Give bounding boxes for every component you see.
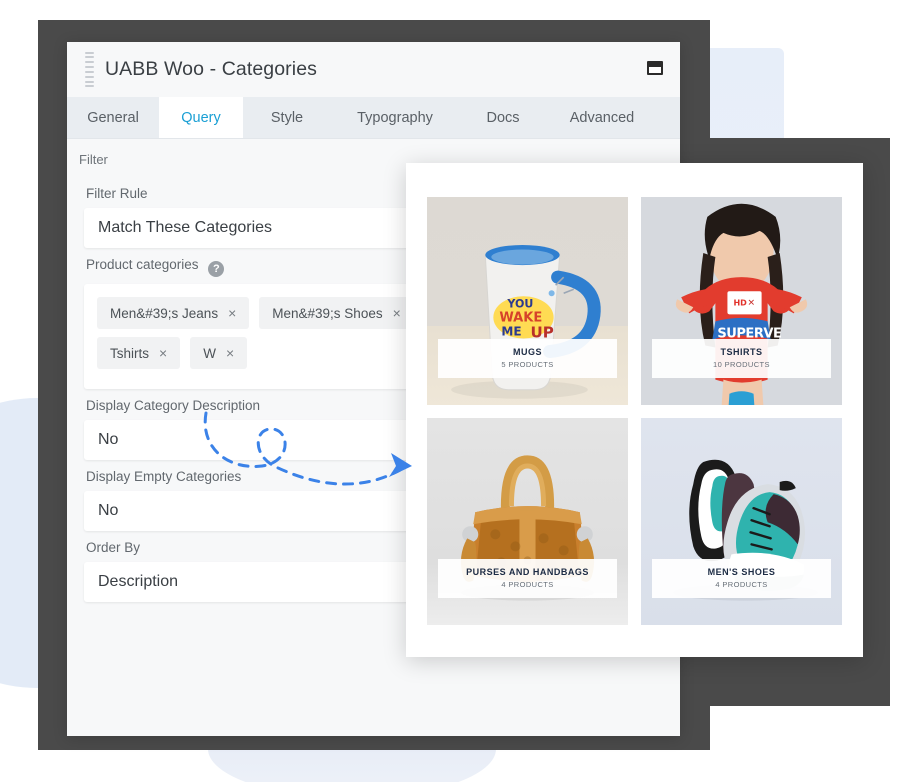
card-count: 5 PRODUCTS (501, 359, 554, 369)
svg-text:YOU: YOU (506, 297, 533, 310)
card-count: 4 PRODUCTS (715, 580, 768, 589)
chip-remove-icon[interactable]: × (226, 346, 234, 360)
chip-remove-icon[interactable]: × (159, 346, 167, 360)
panel-header: UABB Woo - Categories (67, 42, 680, 97)
card-count: 10 PRODUCTS (713, 359, 770, 369)
preview-grid: YOU WAKE ME UP MUGS 5 PRODUCTS SUPERVE H… (427, 197, 842, 625)
svg-text:ME: ME (501, 324, 521, 338)
window-restore-icon[interactable] (647, 61, 663, 75)
tab-query[interactable]: Query (159, 97, 243, 138)
card-caption: TSHIRTS 10 PRODUCTS (652, 338, 831, 378)
tab-style[interactable]: Style (243, 97, 331, 138)
card-caption: MEN'S SHOES 4 PRODUCTS (652, 559, 831, 598)
category-chip[interactable]: W × (190, 337, 248, 369)
tab-bar: General Query Style Typography Docs Adva… (67, 97, 680, 139)
category-card[interactable]: YOU WAKE ME UP MUGS 5 PRODUCTS (427, 197, 628, 405)
order-by-value: Description (98, 573, 179, 590)
display-category-description-value: No (98, 431, 119, 448)
card-caption: MUGS 5 PRODUCTS (438, 338, 617, 378)
screenshot-root: UABB Woo - Categories General Query Styl… (0, 0, 900, 782)
tab-general[interactable]: General (67, 97, 159, 138)
page-title: UABB Woo - Categories (105, 58, 317, 80)
category-chip[interactable]: Men&#39;s Jeans × (97, 297, 250, 329)
chip-label: Men&#39;s Jeans (110, 305, 219, 321)
card-title: PURSES AND HANDBAGS (466, 567, 589, 577)
display-empty-categories-value: No (98, 502, 119, 519)
card-title: MEN'S SHOES (707, 567, 776, 577)
chip-remove-icon[interactable]: × (393, 306, 401, 320)
category-chip[interactable]: Men&#39;s Shoes × (259, 297, 414, 329)
tab-advanced[interactable]: Advanced (547, 97, 657, 138)
category-chip[interactable]: Tshirts × (97, 337, 181, 369)
category-card[interactable]: SUPERVE HD ✕ TSHIRTS 10 PRODUCTS (641, 197, 842, 405)
category-card[interactable]: PURSES AND HANDBAGS 4 PRODUCTS (427, 417, 628, 625)
chip-label: W (203, 345, 216, 361)
card-title: MUGS (513, 346, 542, 357)
drag-handle-icon[interactable] (85, 51, 94, 88)
svg-text:HD: HD (733, 298, 747, 307)
tab-typography[interactable]: Typography (331, 97, 459, 138)
chip-label: Tshirts (110, 345, 150, 361)
chip-remove-icon[interactable]: × (228, 306, 236, 320)
category-card[interactable]: MEN'S SHOES 4 PRODUCTS (641, 417, 842, 625)
chip-label: Men&#39;s Shoes (272, 305, 383, 321)
category-grid-preview: YOU WAKE ME UP MUGS 5 PRODUCTS SUPERVE H… (406, 163, 863, 657)
filter-rule-value: Match These Categories (98, 219, 273, 236)
question-mark-icon[interactable]: ? (208, 261, 225, 277)
card-title: TSHIRTS (720, 346, 763, 357)
tab-docs[interactable]: Docs (459, 97, 547, 138)
card-caption: PURSES AND HANDBAGS 4 PRODUCTS (438, 559, 617, 598)
card-count: 4 PRODUCTS (501, 580, 554, 589)
svg-text:✕: ✕ (748, 298, 756, 308)
